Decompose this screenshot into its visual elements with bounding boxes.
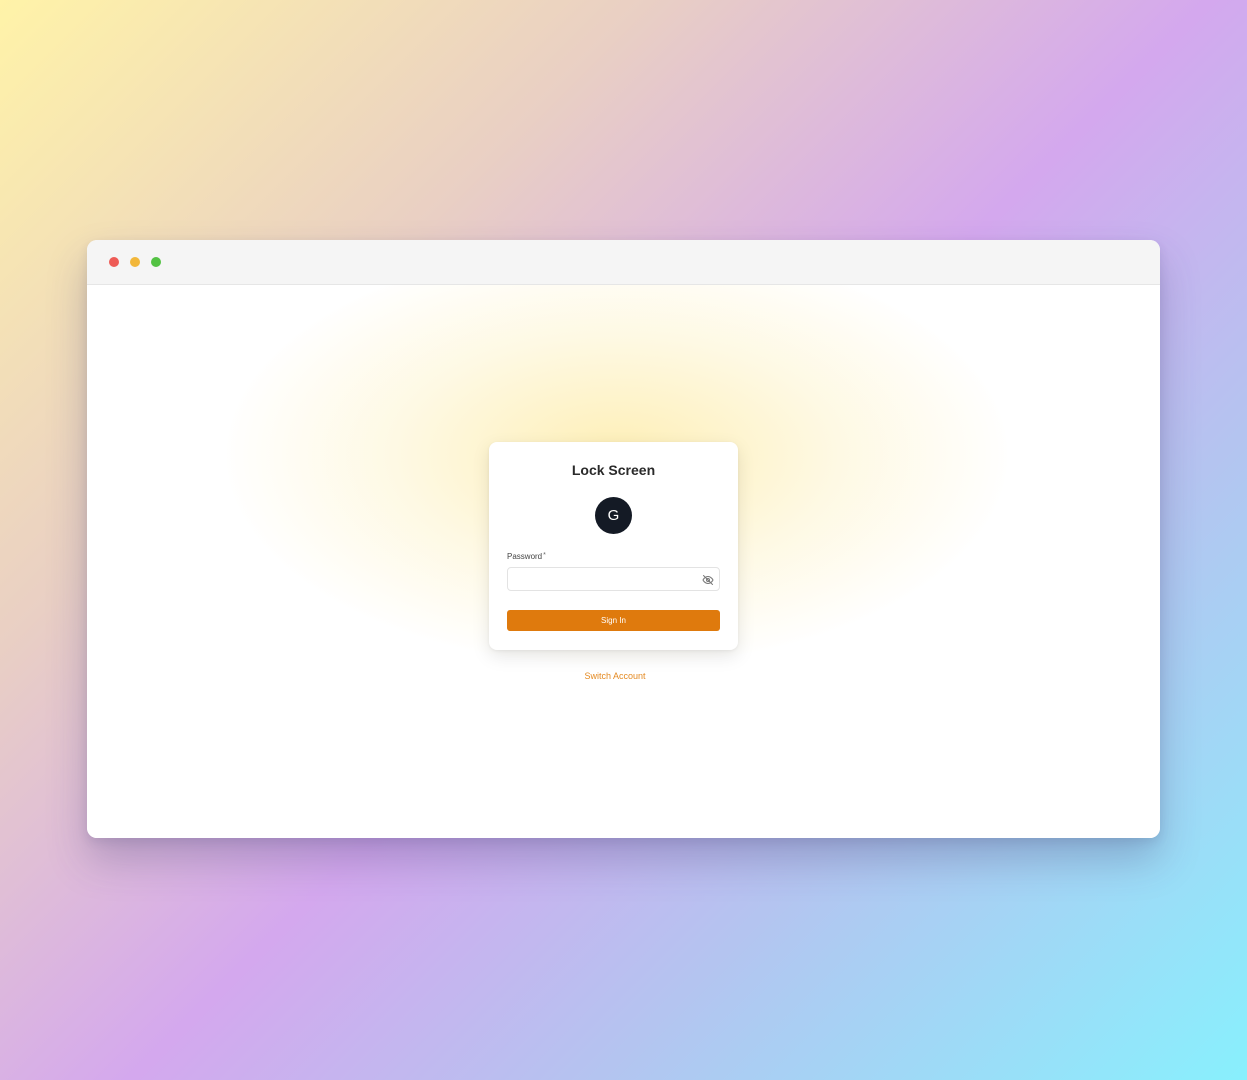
eye-off-icon[interactable] <box>702 573 714 585</box>
close-window-button[interactable] <box>109 257 119 267</box>
page-content: Lock Screen G Password* Sign In Switch A… <box>87 285 1160 838</box>
sign-in-button[interactable]: Sign In <box>507 610 720 631</box>
minimize-window-button[interactable] <box>130 257 140 267</box>
password-input[interactable] <box>514 571 694 587</box>
password-label: Password* <box>507 552 546 561</box>
lock-screen-card: Lock Screen G Password* Sign In <box>489 442 738 650</box>
window-titlebar <box>87 240 1160 285</box>
browser-window: Lock Screen G Password* Sign In Switch A… <box>87 240 1160 838</box>
page-title: Lock Screen <box>571 462 656 478</box>
password-field[interactable] <box>507 567 720 591</box>
required-marker: * <box>543 552 546 559</box>
avatar: G <box>595 497 632 534</box>
switch-account-link[interactable]: Switch Account <box>489 671 741 681</box>
password-label-text: Password <box>507 552 543 561</box>
maximize-window-button[interactable] <box>151 257 161 267</box>
